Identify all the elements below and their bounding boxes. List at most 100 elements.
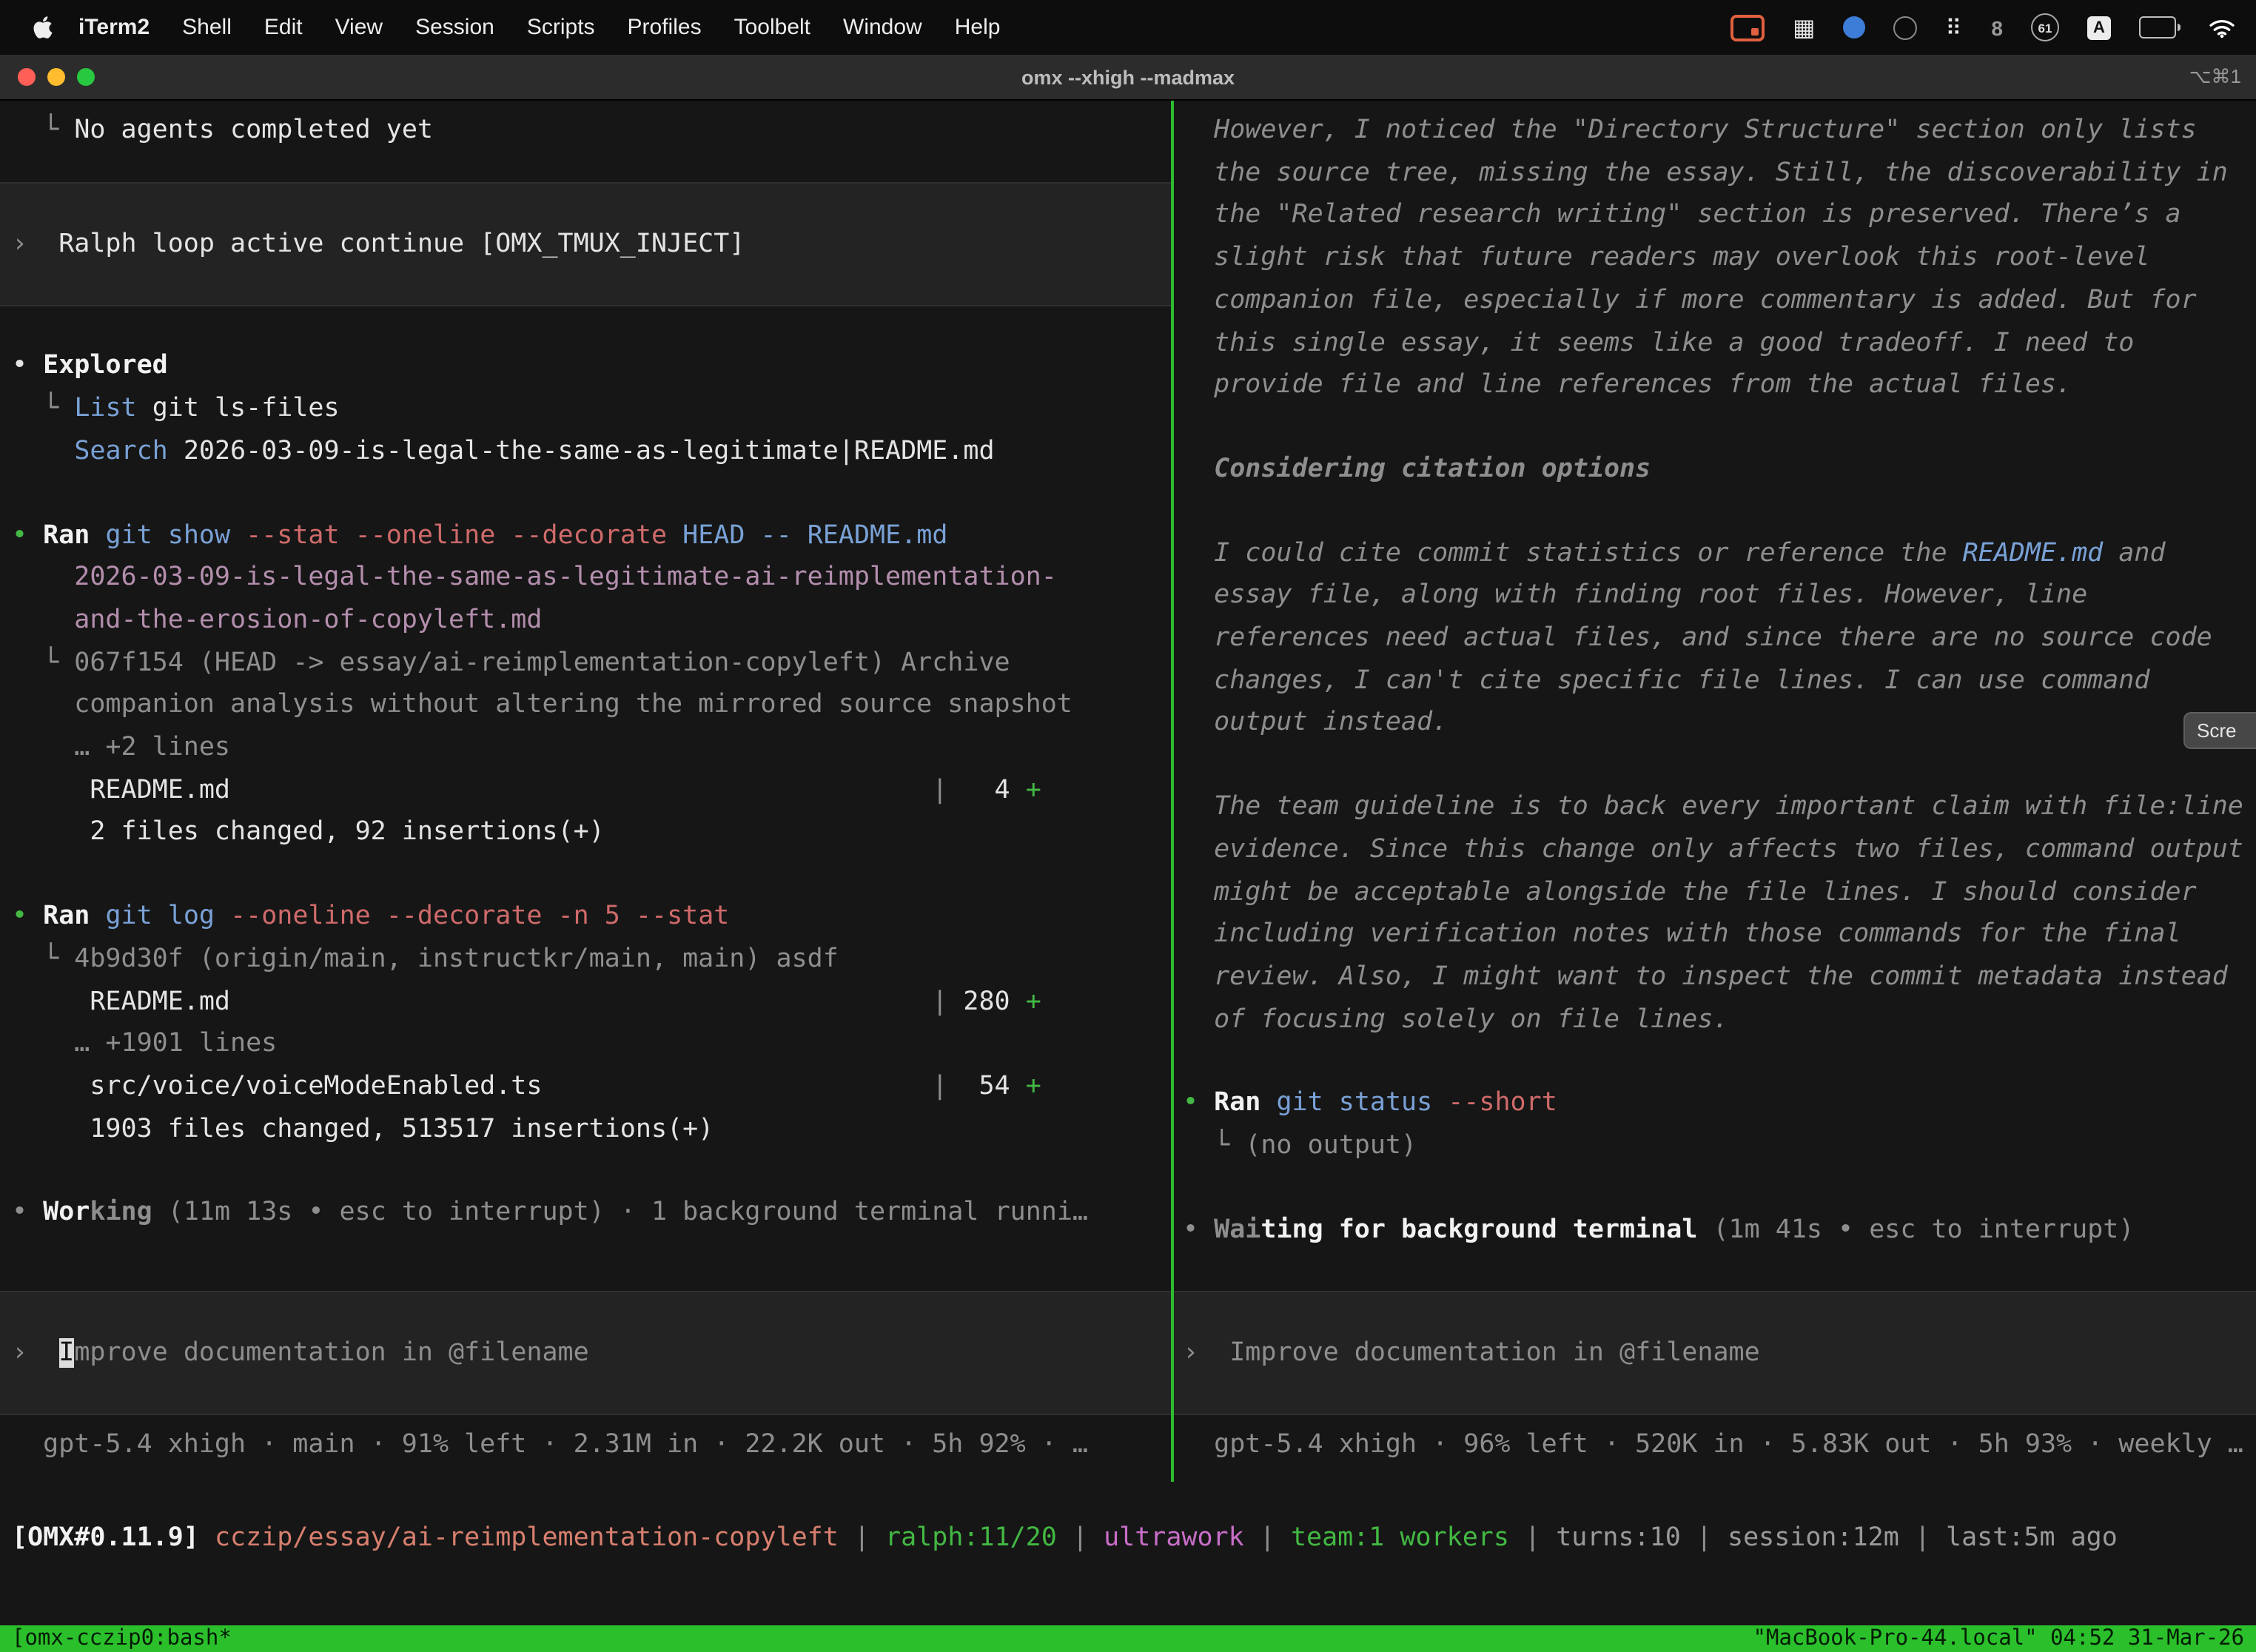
battery-icon[interactable] <box>2139 16 2181 38</box>
text-segment: session:12m <box>1728 1523 1899 1553</box>
terminal-line: • Explored <box>0 346 1171 388</box>
text-segment: turns:10 <box>1556 1523 1681 1553</box>
input-source-icon[interactable]: A <box>2087 16 2111 39</box>
spacer <box>0 473 1171 514</box>
prompt-input[interactable]: › Improve documentation in @filename <box>1174 1290 2256 1415</box>
text-segment: --short <box>1432 1089 1557 1118</box>
text-segment: + <box>1026 987 1041 1016</box>
menu-shell[interactable]: Shell <box>166 15 248 40</box>
screen: iTerm2ShellEditViewSessionScriptsProfile… <box>0 0 2256 1652</box>
circle-logo-icon[interactable] <box>1893 16 1917 39</box>
terminal-line: references need actual files, and since … <box>1174 617 2256 659</box>
text-segment: | <box>1681 1523 1728 1553</box>
apple-menu-icon[interactable] <box>33 15 53 40</box>
prompt-input: › Improve documentation in @filename <box>1174 1332 2256 1374</box>
text-segment: + <box>1026 1072 1041 1101</box>
terminal-line: The team guideline is to back every impo… <box>1174 786 2256 828</box>
text-segment <box>1260 1089 1276 1118</box>
menu-session[interactable]: Session <box>399 15 511 40</box>
text-segment: └ 067f154 (HEAD -> essay/ai-reimplementa… <box>12 648 1010 677</box>
text-segment: cczip/essay/ai-reimplementation-copyleft <box>215 1523 839 1553</box>
terminal-line: provide file and line references from th… <box>1174 364 2256 406</box>
wifi-icon[interactable] <box>2209 17 2235 38</box>
spacer <box>0 152 1171 181</box>
menu-view[interactable]: View <box>319 15 400 40</box>
menu-help[interactable]: Help <box>939 15 1017 40</box>
text-segment: • <box>12 1198 43 1228</box>
menu-profiles[interactable]: Profiles <box>611 15 718 40</box>
text-segment: slight risk that future readers may over… <box>1183 243 2149 272</box>
terminal-line: changes, I can't cite specific file line… <box>1174 659 2256 702</box>
text-segment: Wor <box>43 1198 90 1228</box>
spacer <box>1174 745 2256 786</box>
text-segment: references need actual files, and since … <box>1183 623 2212 653</box>
text-segment: team:1 workers <box>1291 1523 1509 1553</box>
terminal-line: of focusing solely on file lines. <box>1174 998 2256 1041</box>
dots-grid-icon[interactable]: ⠿ <box>1945 14 1963 41</box>
text-segment: List <box>74 394 136 423</box>
text-segment <box>90 520 105 550</box>
text-segment: README.md <box>12 775 932 805</box>
terminal-line: might be acceptable alongside the file l… <box>1174 871 2256 913</box>
grid-icon[interactable]: ▦ <box>1793 13 1815 42</box>
zoom-window-button[interactable] <box>77 68 95 86</box>
left-pane-bottom: › Improve documentation in @filename gpt… <box>0 1290 1171 1482</box>
left-terminal-pane[interactable]: └ No agents completed yet › Ralph loop ac… <box>0 101 1171 1482</box>
terminal-line: • Ran git log --oneline --decorate -n 5 … <box>0 896 1171 938</box>
text-segment: | <box>932 987 947 1016</box>
terminal-line: README.md | 280 + <box>0 981 1171 1023</box>
ralph-loop-banner[interactable]: › Ralph loop active continue [OMX_TMUX_I… <box>0 181 1171 306</box>
blue-app-icon[interactable] <box>1843 16 1865 38</box>
text-segment: └ (no output) <box>1183 1131 1417 1161</box>
text-segment: | <box>1509 1523 1556 1553</box>
model-status-line: gpt-5.4 xhigh · 96% left · 520K in · 5.8… <box>1174 1425 2256 1467</box>
ghost-app-icon[interactable]: 8 <box>1991 16 2003 39</box>
minimize-window-button[interactable] <box>47 68 65 86</box>
omx-status-line: [OMX#0.11.9] cczip/essay/ai-reimplementa… <box>0 1517 2256 1560</box>
text-segment: the source tree, missing the essay. Stil… <box>1183 158 2228 187</box>
text-segment: • <box>12 901 43 931</box>
text-segment: gpt-5.4 xhigh · 96% left · 520K in · 5.8… <box>1183 1431 2243 1460</box>
text-segment: evidence. Since this change only affects… <box>1183 835 2243 864</box>
traffic-lights <box>0 68 95 86</box>
text-segment: git log <box>105 901 215 931</box>
text-segment: Wai <box>1214 1215 1260 1245</box>
terminal-area: └ No agents completed yet › Ralph loop ac… <box>0 101 2256 1482</box>
spacer <box>1174 407 2256 449</box>
prompt-input: › Improve documentation in @filename <box>0 1332 1171 1374</box>
text-segment: | <box>932 775 947 805</box>
battery-percent-badge[interactable]: 61 <box>2031 13 2059 41</box>
terminal-line: └ 4b9d30f (origin/main, instructkr/main,… <box>0 939 1171 981</box>
text-segment: --stat --oneline --decorate <box>230 520 667 550</box>
text-segment: ting for background terminal <box>1260 1215 1697 1245</box>
text-segment: the "Related research writing" section i… <box>1183 201 2181 230</box>
text-segment: Ran <box>1214 1089 1260 1118</box>
macos-menu-bar: iTerm2ShellEditViewSessionScriptsProfile… <box>0 0 2256 55</box>
text-segment: git ls-files <box>137 394 340 423</box>
menu-edit[interactable]: Edit <box>248 15 319 40</box>
text-segment: Ran <box>43 901 90 931</box>
window-title-bar[interactable]: omx --xhigh --madmax ⌥⌘1 <box>0 55 2256 101</box>
right-terminal-pane[interactable]: However, I noticed the "Directory Struct… <box>1174 101 2256 1482</box>
text-segment: No agents completed yet <box>74 115 433 145</box>
terminal-line: the source tree, missing the essay. Stil… <box>1174 152 2256 194</box>
spacer <box>1174 1168 2256 1209</box>
text-cursor: I <box>58 1337 74 1367</box>
close-window-button[interactable] <box>18 68 36 86</box>
menu-toolbelt[interactable]: Toolbelt <box>718 15 827 40</box>
reasoning-heading: Considering citation options <box>1174 449 2256 491</box>
menu-window[interactable]: Window <box>827 15 939 40</box>
prompt-input[interactable]: › Improve documentation in @filename <box>0 1290 1171 1415</box>
text-segment: Ran <box>43 520 90 550</box>
text-segment: companion file, especially if more comme… <box>1183 286 2197 315</box>
text-segment: Explored <box>43 352 168 381</box>
text-segment: Considering citation options <box>1183 454 1651 484</box>
terminal-line: the "Related research writing" section i… <box>1174 195 2256 237</box>
text-segment: 4 <box>947 775 1025 805</box>
text-segment: HEAD -- README.md <box>667 520 947 550</box>
terminal-line: evidence. Since this change only affects… <box>1174 829 2256 871</box>
menu-iterm2[interactable]: iTerm2 <box>62 15 166 40</box>
text-segment: └ <box>12 115 74 145</box>
menu-scripts[interactable]: Scripts <box>511 15 611 40</box>
screen-recording-indicator-icon[interactable] <box>1730 14 1765 41</box>
